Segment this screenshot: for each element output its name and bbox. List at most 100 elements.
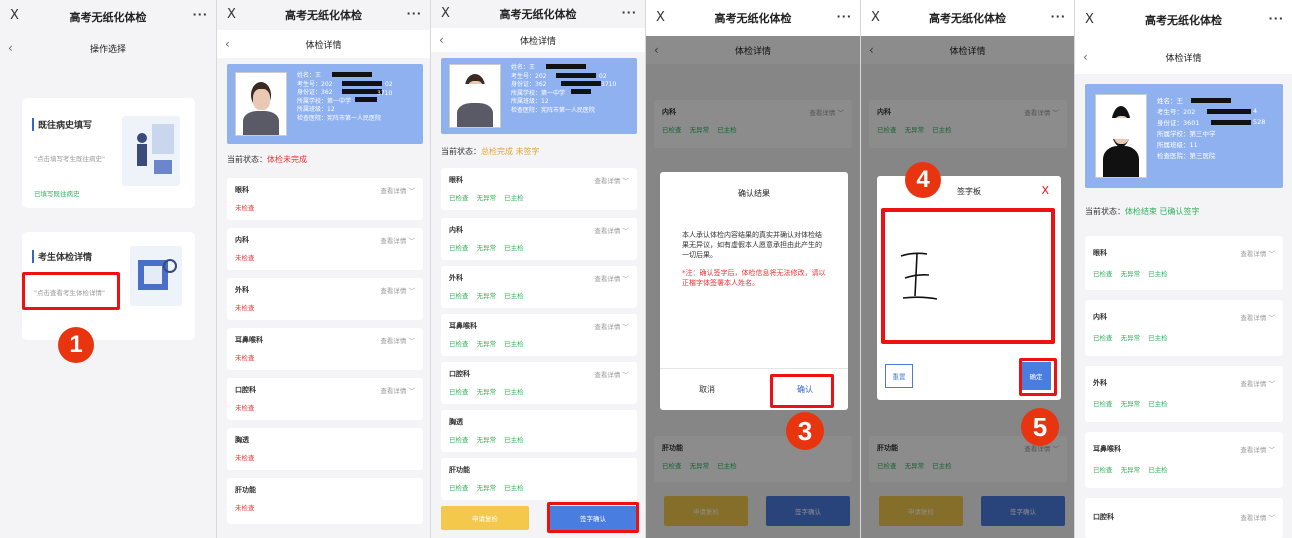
app-title: 高考无纸化体检: [1145, 14, 1222, 27]
view-detail-link[interactable]: 查看详情 ﹀: [1240, 248, 1275, 258]
exam-row[interactable]: 外科 查看详情 ﹀ 已检查 无异常 已主检: [441, 266, 637, 308]
title-bar: X 高考无纸化体检 ···: [1075, 0, 1292, 40]
step-badge-3: 3: [786, 412, 824, 450]
handwritten-signature: [900, 252, 938, 300]
highlight-exam-hint: [22, 272, 120, 310]
screen-confirm-dialog: X 高考无纸化体检 ··· ‹ 体检详情 内科 查看详情 ﹀ 已检查 无异常 已主检…: [646, 0, 861, 538]
redaction: [1207, 109, 1251, 114]
exam-row[interactable]: 眼科 查看详情 ﹀ 已检查 无异常 已主检: [1085, 236, 1283, 290]
pad-title: 签字板: [957, 187, 981, 196]
more-icon[interactable]: ···: [192, 8, 208, 21]
back-icon[interactable]: ‹: [1083, 50, 1088, 64]
view-detail-link[interactable]: 查看详情 ﹀: [380, 235, 415, 245]
view-detail-link[interactable]: 查看详情 ﹀: [594, 369, 629, 379]
exam-row[interactable]: 眼科 查看详情 ﹀ 已检查 无异常 已主检: [441, 168, 637, 210]
student-photo: [1095, 94, 1147, 178]
page-title: 操作选择: [89, 44, 126, 55]
exam-row[interactable]: 口腔科 查看详情 ﹀ 未检查: [227, 378, 423, 420]
screen-exam-signed: X 高考无纸化体检 ··· ‹ 体检详情 姓名：王 考生号：202 身份证：3601…: [1075, 0, 1292, 538]
step-badge-1: 1: [58, 327, 94, 363]
exam-row[interactable]: 口腔科 查看详情 ﹀ 已检查 无异常 已主检: [441, 362, 637, 404]
exam-row[interactable]: 胸透 未检查: [227, 428, 423, 470]
exam-row[interactable]: 耳鼻喉科 查看详情 ﹀ 已检查 无异常 已主检: [441, 314, 637, 356]
back-icon[interactable]: ‹: [225, 37, 230, 51]
page-title: 体检详情: [519, 36, 556, 47]
history-card-status: 已填写既往病史: [34, 190, 80, 198]
history-card-hint: "点击填写考生既往病史": [34, 155, 105, 163]
exam-row[interactable]: 内科 查看详情 ﹀ 已检查 无异常 已主检: [1085, 300, 1283, 356]
nav-bar: ‹ 体检详情: [1075, 40, 1292, 74]
close-icon[interactable]: X: [227, 7, 236, 22]
more-icon[interactable]: ···: [836, 10, 852, 23]
dialog-body: 本人承认体检内容结果的真实并确认对体检结果无异议，如有虚假本人愿意承担由此产生的…: [682, 231, 822, 259]
exam-row[interactable]: 肝功能 未检查: [227, 478, 423, 524]
more-icon[interactable]: ···: [406, 7, 422, 20]
exam-row[interactable]: 外科 查看详情 ﹀ 已检查 无异常 已主检: [1085, 366, 1283, 422]
close-icon[interactable]: X: [871, 10, 880, 25]
history-card[interactable]: 既往病史填写 "点击填写考生既往病史" 已填写既往病史: [22, 98, 195, 208]
close-icon[interactable]: X: [1085, 12, 1094, 27]
view-detail-link[interactable]: 查看详情 ﹀: [1240, 312, 1275, 322]
exam-row[interactable]: 耳鼻喉科 查看详情 ﹀ 未检查: [227, 328, 423, 370]
info-tail: 3710: [377, 90, 393, 97]
redaction: [342, 89, 382, 94]
close-icon[interactable]: X: [441, 6, 450, 21]
view-detail-link[interactable]: 查看详情 ﹀: [1240, 512, 1275, 522]
redaction: [1191, 98, 1231, 103]
highlight-sign-button: [547, 502, 639, 533]
more-icon[interactable]: ···: [1050, 10, 1066, 23]
student-info-card: 姓名：王 考生号：202 身份证：3601 所属学校：第三中学 所属班级：11 检查医院：…: [1085, 84, 1283, 188]
info-tail: 3710: [601, 81, 617, 88]
pad-close-icon[interactable]: X: [1041, 184, 1049, 197]
page-title: 体检详情: [1165, 53, 1202, 64]
exam-row[interactable]: 口腔科 查看详情 ﹀: [1085, 498, 1283, 538]
view-detail-link[interactable]: 查看详情 ﹀: [380, 185, 415, 195]
screen-exam-detail-complete: X 高考无纸化体检 ··· ‹ 体检详情 姓名：王 考生号：202 身份证：362 所…: [431, 0, 646, 538]
doctor-illustration: [122, 116, 180, 186]
exam-row[interactable]: 肝功能 已检查 无异常 已主检: [441, 458, 637, 500]
title-bar: X 高考无纸化体检 ···: [0, 0, 216, 34]
signature-canvas[interactable]: [881, 208, 1055, 344]
student-photo: [449, 64, 501, 128]
app-title: 高考无纸化体检: [285, 9, 362, 22]
view-detail-link[interactable]: 查看详情 ﹀: [380, 285, 415, 295]
redaction: [561, 81, 601, 86]
nav-bar: ‹ 体检详情: [217, 30, 430, 58]
view-detail-link[interactable]: 查看详情 ﹀: [594, 225, 629, 235]
back-icon[interactable]: ‹: [439, 33, 444, 47]
exam-row[interactable]: 胸透 已检查 无异常 已主检: [441, 410, 637, 452]
exam-status: 当前状态：总检完成 未签字: [441, 147, 540, 156]
close-icon[interactable]: X: [656, 10, 665, 25]
exam-card-title: 考生体检详情: [32, 250, 92, 263]
more-icon[interactable]: ···: [1268, 12, 1284, 25]
nav-bar: ‹ 操作选择: [0, 34, 216, 62]
exam-row[interactable]: 内科 查看详情 ﹀ 未检查: [227, 228, 423, 270]
cancel-button[interactable]: 取消: [660, 368, 754, 410]
title-bar: X 高考无纸化体检 ···: [217, 0, 430, 30]
apply-recheck-button[interactable]: 申请复检: [441, 506, 529, 530]
exam-row[interactable]: 外科 查看详情 ﹀ 未检查: [227, 278, 423, 320]
view-detail-link[interactable]: 查看详情 ﹀: [1240, 444, 1275, 454]
app-title: 高考无纸化体检: [714, 12, 792, 25]
more-icon[interactable]: ···: [621, 6, 637, 19]
view-detail-link[interactable]: 查看详情 ﹀: [594, 273, 629, 283]
exam-row[interactable]: 内科 查看详情 ﹀ 已检查 无异常 已主检: [441, 218, 637, 260]
reset-button[interactable]: 重置: [885, 364, 913, 388]
info-tail: 528: [1253, 118, 1266, 126]
dialog-title: 确认结果: [738, 189, 770, 198]
title-bar: X 高考无纸化体检 ···: [646, 0, 860, 36]
view-detail-link[interactable]: 查看详情 ﹀: [380, 385, 415, 395]
view-detail-link[interactable]: 查看详情 ﹀: [1240, 378, 1275, 388]
exam-row[interactable]: 耳鼻喉科 查看详情 ﹀ 已检查 无异常 已主检: [1085, 432, 1283, 488]
view-detail-link[interactable]: 查看详情 ﹀: [594, 321, 629, 331]
redaction: [546, 64, 586, 69]
view-detail-link[interactable]: 查看详情 ﹀: [594, 175, 629, 185]
nav-bar: ‹ 体检详情: [431, 28, 645, 52]
info-tail: 02: [385, 81, 393, 88]
exam-row[interactable]: 眼科 查看详情 ﹀ 未检查: [227, 178, 423, 220]
student-info: 姓名：王 考生号：202 身份证：3601 所属学校：第三中学 所属班级：11 检查医院：…: [1157, 97, 1216, 160]
history-card-title: 既往病史填写: [32, 118, 92, 131]
close-icon[interactable]: X: [10, 8, 19, 23]
back-icon[interactable]: ‹: [8, 41, 13, 55]
view-detail-link[interactable]: 查看详情 ﹀: [380, 335, 415, 345]
